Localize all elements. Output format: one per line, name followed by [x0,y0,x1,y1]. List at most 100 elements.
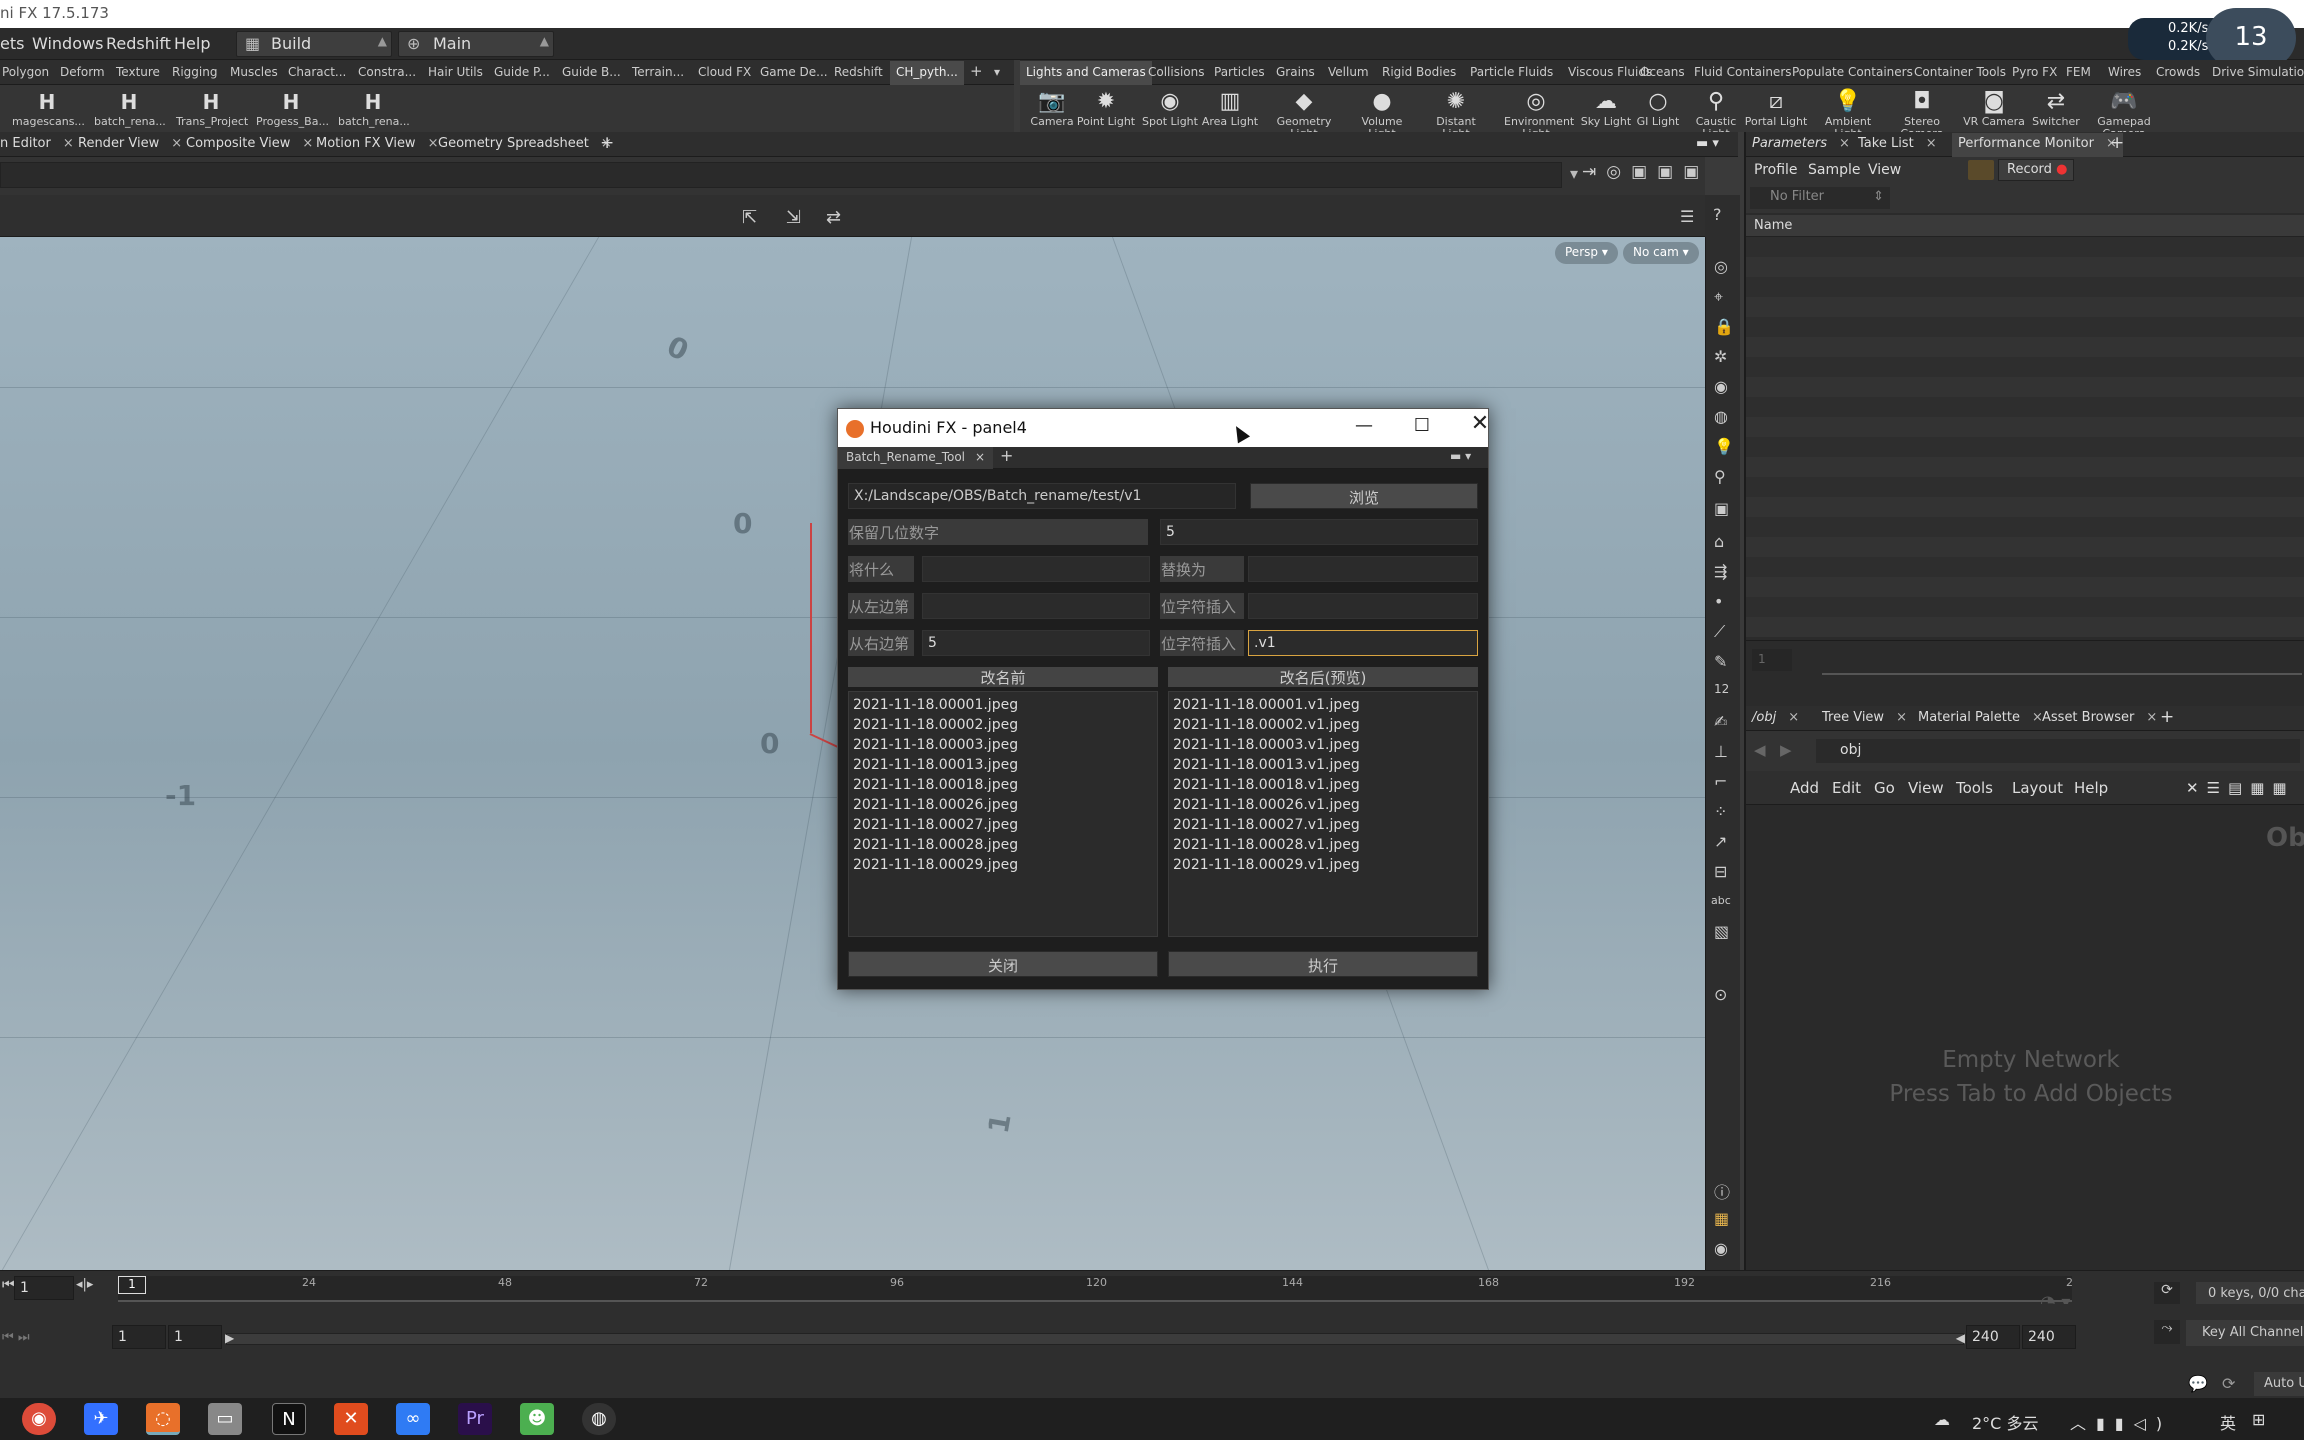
path-dropdown-icon[interactable]: ▾ [1570,164,1578,183]
wireframe-icon[interactable]: ◍ [1714,407,1728,426]
display-options-icon[interactable]: ☰ [1680,207,1694,226]
network-view-icons[interactable]: ✕☰▤▦▦ [2186,779,2295,797]
shelf-tab-character[interactable]: Charact... [288,65,346,79]
tab-parameters[interactable]: Parameters × [1752,136,1850,151]
list-item[interactable]: 2021-11-18.00027.v1.jpeg [1173,815,1477,835]
back-arrow-icon[interactable]: ◀ [1754,741,1766,759]
list-item[interactable]: 2021-11-18.00003.v1.jpeg [1173,735,1477,755]
handle-tool-icon[interactable]: ⇄ [826,207,841,228]
tab-take-list[interactable]: Take List × [1858,136,1937,151]
tool-progress-bar[interactable]: H Progess_Ba... [256,88,329,128]
list-item[interactable]: 2021-11-18.00002.v1.jpeg [1173,715,1477,735]
close-icon[interactable]: × [1896,710,1907,725]
browse-button[interactable]: 浏览 [1250,483,1478,509]
shelf-tab-populate-containers[interactable]: Populate Containers [1792,65,1913,79]
close-icon[interactable]: × [975,450,985,464]
flag-icon[interactable] [1968,160,1994,180]
tool-point-light[interactable]: ✹ Point Light [1074,88,1138,128]
range-slider[interactable]: ▶ ◀ [225,1331,1965,1345]
text-tool-icon[interactable]: abc [1711,894,1731,907]
tab-render-view[interactable]: Render View × [78,136,182,151]
tool-gi-light[interactable]: ○ GI Light [1626,88,1690,128]
menu-view[interactable]: View [1908,779,1944,797]
list-item[interactable]: 2021-11-18.00013.v1.jpeg [1173,755,1477,775]
point-icon[interactable]: ⚲ [1714,467,1726,486]
tab-motion-fx-view[interactable]: Motion FX View × [316,136,438,151]
scatter-icon[interactable]: ⁘ [1714,802,1727,821]
list-item[interactable]: 2021-11-18.00001.v1.jpeg [1173,695,1477,715]
wechat-game-icon[interactable]: ☻ [520,1403,554,1435]
image-icon[interactable]: ▧ [1714,922,1729,941]
menu-windows[interactable]: Windows [32,34,103,53]
explorer-icon[interactable]: ▭ [208,1403,242,1435]
range-end-handle-icon[interactable]: ◀ [1956,1331,1965,1345]
shelf-tab-rigging[interactable]: Rigging [172,65,217,79]
list-item[interactable]: 2021-11-18.00028.v1.jpeg [1173,835,1477,855]
ime-indicator[interactable]: 英 [2220,1410,2236,1434]
name-column-header[interactable]: Name [1746,215,2304,237]
add-tab-icon[interactable]: + [2110,133,2124,153]
shelf-tab-vellum[interactable]: Vellum [1328,65,1369,79]
xmind-icon[interactable]: ✕ [334,1403,368,1435]
frame-marker[interactable]: 1 [118,1276,146,1294]
close-icon[interactable]: × [1788,710,1799,725]
close-icon[interactable]: ✕ [1458,411,1502,437]
after-list[interactable]: 2021-11-18.00001.v1.jpeg 2021-11-18.0000… [1168,691,1478,937]
forward-arrow-icon[interactable]: ▶ [1780,741,1792,759]
menu-layout[interactable]: Layout [2012,779,2063,797]
list-item[interactable]: 2021-11-18.00027.jpeg [853,815,1157,835]
tool-spot-light[interactable]: ◉ Spot Light [1138,88,1202,128]
close-icon[interactable]: × [171,136,182,151]
weather-text[interactable]: 2°C 多云 [1972,1410,2038,1434]
list-item[interactable]: 2021-11-18.00002.jpeg [853,715,1157,735]
tab-asset-browser[interactable]: Asset Browser × [2042,710,2157,725]
pane-menu-icon[interactable]: ▬ ▾ [1450,449,1471,463]
dialog-titlebar[interactable]: Houdini FX - panel4 — ☐ ✕ [838,409,1489,447]
menu-profile[interactable]: Profile [1754,162,1798,178]
shelf-tab-guide-brushes[interactable]: Guide B... [562,65,621,79]
chat-icon[interactable]: 💬 [2188,1374,2208,1393]
normal-icon[interactable]: ⇶ [1714,562,1727,581]
camera-menu[interactable]: No cam ▾ [1623,242,1699,264]
shelf-tab-hair-utils[interactable]: Hair Utils [428,65,483,79]
folder-path-field[interactable]: X:/Landscape/OBS/Batch_rename/test/v1 [848,483,1236,509]
transform-tool-icon[interactable]: ⇲ [786,207,801,228]
close-icon[interactable]: × [302,136,313,151]
list-item[interactable]: 2021-11-18.00013.jpeg [853,755,1157,775]
step-buttons-icon[interactable]: ◂|▸ [76,1277,93,1292]
shelf-tab-polygon[interactable]: Polygon [2,65,49,79]
tool-switcher[interactable]: ⇄ Switcher [2024,88,2088,128]
tool-vr-camera[interactable]: ◙ VR Camera [1962,88,2026,128]
shelf-tab-game-dev[interactable]: Game De... [760,65,828,79]
range-nav-icon[interactable]: ⏮ ⏭ [2,1330,30,1345]
tool-batch-rename-2[interactable]: Hbatch_rena... [338,88,410,128]
chrome-icon[interactable]: ◉ [22,1403,56,1435]
desk-select[interactable]: ▦ Build ▲ [236,31,392,57]
snap-icon[interactable]: ✲ [1714,347,1727,366]
menu-add[interactable]: Add [1790,779,1819,797]
tab-material-palette[interactable]: Material Palette × [1918,710,2043,725]
close-icon[interactable]: × [1839,136,1850,151]
menu-help[interactable]: Help [174,34,210,53]
keyboard-icon[interactable]: ⊞ [2252,1410,2265,1429]
shelf-tab-redshift[interactable]: Redshift [834,65,883,79]
pane-layout-icon[interactable]: ▬ ▾ [1696,136,1719,151]
tool-trans-project[interactable]: H Trans_Project [176,88,248,128]
list-item[interactable]: 2021-11-18.00029.v1.jpeg [1173,855,1477,875]
close-icon[interactable]: × [428,136,439,151]
right-position-field[interactable]: 5 [922,630,1150,656]
tab-performance-monitor[interactable]: Performance Monitor × [1952,133,2123,157]
eye-icon[interactable]: ◉ [1714,1239,1728,1258]
lock-icon[interactable]: 🔒 [1714,317,1734,336]
shelf-tab-fluid-containers[interactable]: Fluid Containers [1694,65,1792,79]
network-path-field[interactable]: obj [1816,739,2300,763]
add-shelf-tab-icon[interactable]: + [970,62,983,80]
shelf-tab-particles[interactable]: Particles [1214,65,1265,79]
range-end-field[interactable]: 240 [1966,1325,2020,1349]
shelf-tab-muscles[interactable]: Muscles [230,65,278,79]
tab-obj[interactable]: /obj × [1752,710,1799,725]
find-field[interactable] [922,556,1150,582]
list-item[interactable]: 2021-11-18.00029.jpeg [853,855,1157,875]
shelf-tab-pyro-fx[interactable]: Pyro FX [2012,65,2057,79]
tool-portal-light[interactable]: ⧄ Portal Light [1744,88,1808,128]
